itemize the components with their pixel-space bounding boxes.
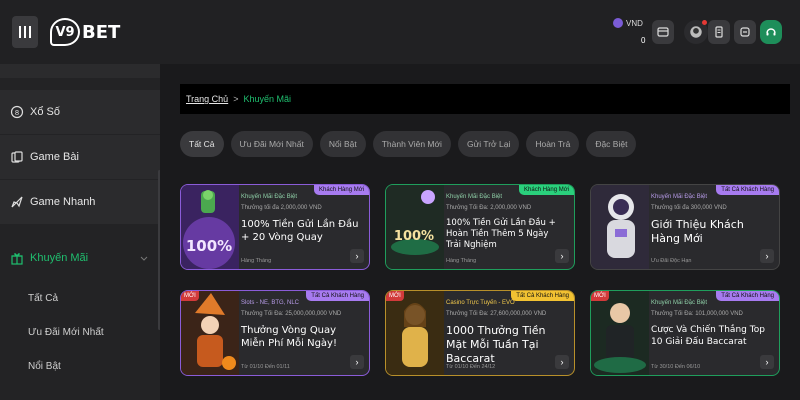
cards-icon [10,150,24,164]
sidebar-subitem-featured[interactable]: Nổi Bật [28,361,61,372]
logo-text: BET [82,21,121,43]
top-header: V9 BET VND 0 [0,0,800,64]
tab-all[interactable]: Tất Cả [180,131,224,157]
refresh-icon[interactable] [734,20,756,44]
promo-card[interactable]: 100% Khách Hàng Mới Khuyến Mãi Đặc Biệt … [180,184,370,270]
sidebar-item-label: Game Bài [30,151,79,163]
promo-max-bonus: Thưởng Tối Đa: 2,000,000 VND [446,205,532,211]
breadcrumb: Trang Chủ > Khuyến Mãi [180,84,790,114]
status-badge: Tất Cả Khách Hàng [306,291,369,301]
tab-new-members[interactable]: Thành Viên Mới [372,131,451,157]
status-badge: Khách Hàng Mới [314,185,369,195]
promo-card[interactable]: MỚI Tất Cả Khách Hàng Slots - NE, BTG, N… [180,290,370,376]
status-badge: Tất Cả Khách Hàng [511,291,574,301]
sidebar-item-card-games[interactable]: Game Bài [0,135,160,179]
promo-tabs: Tất Cả Ưu Đãi Mới Nhất Nổi Bật Thành Viê… [180,131,637,157]
sidebar-item-label: Xổ Số [30,106,60,118]
tab-redeposit[interactable]: Gửi Trở Lại [457,131,520,157]
gift-icon [10,251,24,265]
sidebar-item-fast-games[interactable]: Game Nhanh [0,180,160,224]
sidebar-divider [0,64,160,78]
currency-label: VND [626,18,643,28]
tab-featured[interactable]: Nổi Bật [319,131,366,157]
promo-card[interactable]: MỚI Tất Cả Khách Hàng Casino Trực Tuyến … [385,290,575,376]
promo-title: Cược Và Chiến Thắng Top 10 Giải Đấu Bacc… [651,325,765,347]
promo-max-bonus: Thưởng Tối Đa: 25,000,000,000 VND [241,311,342,317]
status-badge: Tất Cả Khách Hàng [716,291,779,301]
promo-date: Hàng Tháng [446,258,477,264]
chevron-right-icon[interactable]: › [555,249,569,263]
sidebar-item-promotions[interactable]: Khuyến Mãi [0,236,160,280]
promo-category: Slots - NE, BTG, NLC [241,300,300,306]
promo-card[interactable]: Tất Cả Khách Hàng Khuyến Mãi Đặc Biệt Th… [590,184,780,270]
promo-title: Thưởng Vòng Quay Miễn Phí Mỗi Ngày! [241,325,337,349]
promo-date: Hàng Tháng [241,258,272,264]
chevron-right-icon[interactable]: › [760,249,774,263]
promo-max-bonus: Thưởng tối đa 2,000,000 VND [241,205,322,211]
svg-text:8: 8 [15,109,19,117]
promo-date: Từ 01/10 Đến 24/12 [446,364,496,370]
wallet-balance[interactable]: VND 0 [613,18,653,45]
tab-special[interactable]: Đặc Biệt [586,131,637,157]
promo-art-witch [181,291,239,375]
promo-card[interactable]: 100% Khách Hàng Mới Khuyến Mãi Đặc Biệt … [385,184,575,270]
sidebar-subitem-latest[interactable]: Ưu Đãi Mới Nhất [28,327,104,338]
notification-dot [702,20,707,25]
balance-value: 0 [641,36,646,45]
chevron-right-icon[interactable]: › [555,355,569,369]
status-badge: Tất Cả Khách Hàng [716,185,779,195]
promo-category: Khuyến Mãi Đặc Biệt [651,300,708,306]
promo-max-bonus: Thưởng Tối Đa: 27,600,000,000 VND [446,311,547,317]
tab-latest-offers[interactable]: Ưu Đãi Mới Nhất [230,131,313,157]
promo-art-dealer [386,291,444,375]
promo-category: Khuyến Mãi Đặc Biệt [651,194,708,200]
new-tag: MỚI [181,291,199,301]
promo-category: Khuyến Mãi Đặc Biệt [241,194,298,200]
new-tag: MỚI [386,291,404,301]
logo-mark: V9 [50,18,80,46]
art-text: 100% [186,237,232,255]
rocket-icon [10,195,24,209]
breadcrumb-separator: > [233,94,239,104]
promo-category: Casino Trực Tuyến - EVO [446,300,515,306]
promo-art-100-percent: 100% [181,185,239,269]
promo-art-astronaut [591,185,649,269]
site-logo[interactable]: V9 BET [50,18,120,46]
promo-date: Từ 30/10 Đến 06/10 [651,364,701,370]
sidebar-item-label: Game Nhanh [30,196,96,208]
sidebar-item-lottery[interactable]: 8 Xổ Số [0,90,160,134]
promo-title: Giới Thiệu Khách Hàng Mới [651,218,744,245]
wallet-icon[interactable] [652,20,674,44]
user-avatar-icon[interactable] [684,20,708,44]
promo-date: Ưu Đãi Độc Hạn [651,258,692,264]
promo-card[interactable]: MỚI Tất Cả Khách Hàng Khuyến Mãi Đặc Biệ… [590,290,780,376]
promo-date: Từ 01/10 Đến 01/11 [241,364,290,370]
menu-icon[interactable] [12,16,38,48]
promo-title: 100% Tiền Gửi Lần Đầu + Hoàn Tiền Thêm 5… [446,218,556,250]
promo-max-bonus: Thưởng Tối Đa: 101,000,000 VND [651,311,743,317]
promo-title: 1000 Thưởng Tiền Mặt Mỗi Tuần Tại Baccar… [446,324,546,365]
tab-rebate[interactable]: Hoàn Trả [526,131,580,157]
currency-icon [613,18,623,28]
promo-max-bonus: Thưởng tối đa 300,000 VND [651,205,727,211]
sidebar-item-label: Khuyến Mãi [30,252,89,264]
headset-icon[interactable] [760,20,782,44]
breadcrumb-home[interactable]: Trang Chủ [186,94,228,104]
art-text: 100% [394,229,434,244]
breadcrumb-current: Khuyến Mãi [243,94,291,104]
lottery-icon: 8 [10,105,24,119]
main-content: Trang Chủ > Khuyến Mãi Tất Cả Ưu Đãi Mới… [160,64,800,400]
chevron-down-icon[interactable] [140,253,148,261]
sidebar-subitem-all[interactable]: Tất Cả [28,293,58,304]
promo-category: Khuyến Mãi Đặc Biệt [446,194,503,200]
status-badge: Khách Hàng Mới [519,185,574,195]
promo-art-croupier [591,291,649,375]
chevron-right-icon[interactable]: › [350,249,364,263]
new-tag: MỚI [591,291,609,301]
document-icon[interactable] [708,20,730,44]
chevron-right-icon[interactable]: › [350,355,364,369]
chevron-right-icon[interactable]: › [760,355,774,369]
promo-title: 100% Tiền Gửi Lần Đầu + 20 Vòng Quay [241,219,359,243]
promo-art-astronaut-100: 100% [386,185,444,269]
